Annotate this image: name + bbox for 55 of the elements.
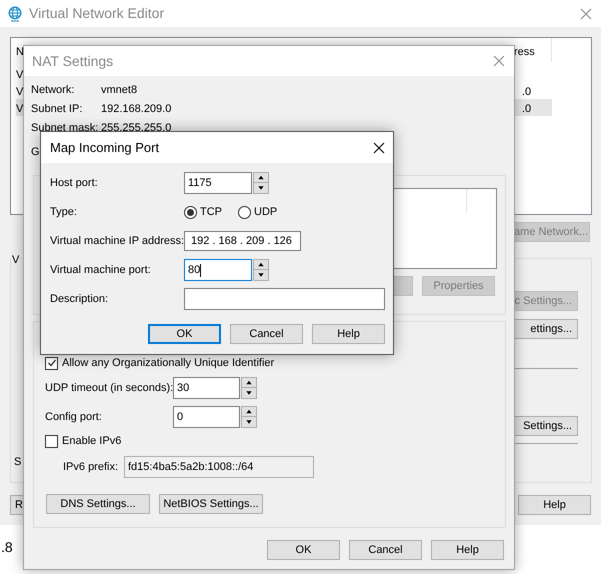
- dialog-button[interactable]: OK: [148, 324, 221, 344]
- field-label: Virtual machine port:: [50, 262, 152, 278]
- radio-button[interactable]: [184, 206, 197, 218]
- table-cell-text: V: [16, 68, 24, 83]
- number-field[interactable]: 30: [173, 377, 240, 399]
- checkbox[interactable]: [45, 434, 58, 448]
- dialog-button[interactable]: OK: [267, 540, 340, 560]
- spinner-buttons[interactable]: [241, 377, 257, 399]
- info-value: 255.255.255.0: [101, 121, 172, 136]
- table-cell-text: .0: [522, 102, 532, 117]
- checkbox-label: Enable IPv6: [62, 434, 122, 449]
- dialog-button[interactable]: Cancel: [349, 540, 422, 560]
- column-header: N: [16, 45, 24, 60]
- field-label: Host port:: [50, 176, 99, 191]
- radio-button[interactable]: [238, 206, 251, 218]
- radio-label: TCP: [200, 204, 222, 220]
- field-label: Type:: [50, 204, 78, 220]
- table-cell-text: V: [16, 102, 24, 117]
- description-field[interactable]: [184, 288, 385, 310]
- settings-button[interactable]: DNS Settings...: [46, 494, 150, 514]
- help-button[interactable]: Help: [518, 495, 591, 515]
- field-label: Config port:: [45, 410, 103, 425]
- spinner-buttons[interactable]: [241, 406, 257, 428]
- field-label: Description:: [50, 292, 110, 307]
- table-cell-text: .0: [522, 85, 532, 100]
- ip-address-field[interactable]: 192 . 168 . 209 . 126: [184, 231, 301, 251]
- number-field[interactable]: 1175: [184, 172, 252, 194]
- info-value: 192.168.209.0: [101, 102, 172, 118]
- checkbox-label: Allow any Organizationally Unique Identifier: [62, 356, 274, 371]
- close-icon[interactable]: [373, 142, 385, 154]
- table-cell-text: V: [16, 85, 24, 100]
- info-label: Subnet IP:: [31, 103, 82, 116]
- spinner-buttons[interactable]: [253, 172, 269, 194]
- info-label: Network:: [31, 84, 74, 96]
- field-label: Virtual machine IP address:: [50, 234, 184, 249]
- info-label: G: [31, 146, 40, 158]
- column-header: ress: [514, 45, 535, 60]
- dialog-button[interactable]: Help: [312, 324, 385, 344]
- window-title: Virtual Network Editor: [29, 4, 164, 23]
- desktop-text: .8: [1, 538, 13, 557]
- info-value: vmnet8: [101, 83, 138, 98]
- checkbox[interactable]: [45, 356, 58, 370]
- field-label: IPv6 prefix:: [63, 460, 120, 475]
- window-title: NAT Settings: [32, 52, 114, 71]
- spinner-buttons[interactable]: [253, 259, 269, 281]
- radio-label: UDP: [254, 204, 278, 220]
- number-field[interactable]: 80: [184, 259, 252, 281]
- settings-button[interactable]: NetBIOS Settings...: [159, 494, 263, 514]
- dialog-button[interactable]: Cancel: [230, 324, 303, 344]
- window-title: Map Incoming Port: [50, 138, 160, 157]
- side-label: S: [14, 455, 22, 470]
- field-label: UDP timeout (in seconds):: [45, 380, 173, 396]
- dialog-button[interactable]: Help: [431, 540, 504, 560]
- globe-icon: [8, 6, 22, 22]
- number-field[interactable]: 0: [173, 406, 240, 428]
